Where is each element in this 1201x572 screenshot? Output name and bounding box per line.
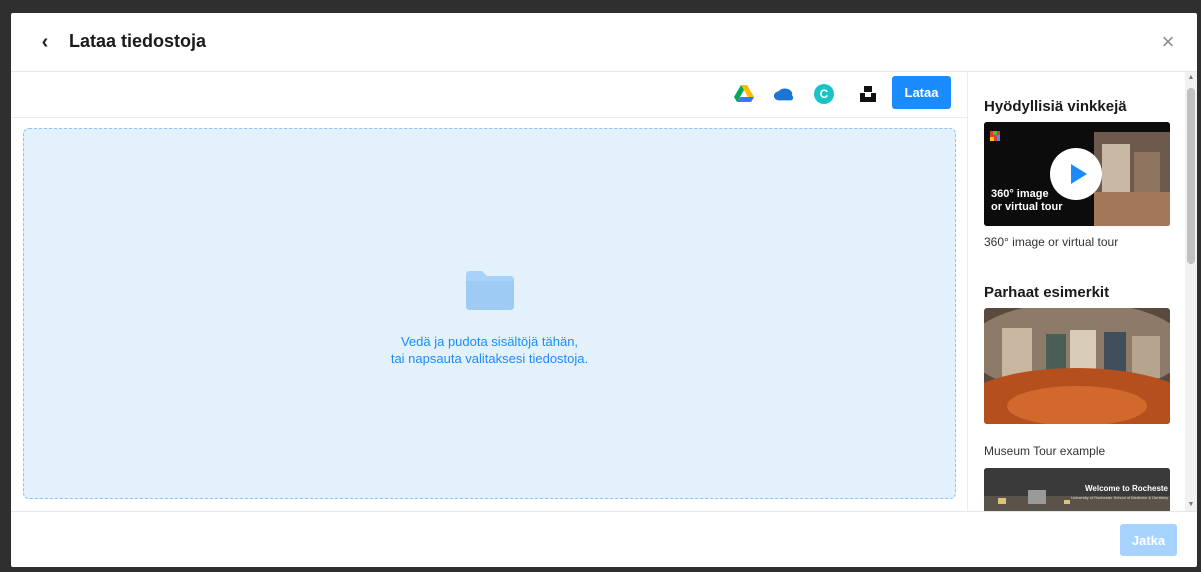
rochester-overlay-title: Welcome to Rocheste: [1085, 484, 1168, 493]
back-button[interactable]: ‹: [33, 30, 57, 54]
rochester-overlay-subtitle: University of Rochester School of Medici…: [1071, 495, 1168, 500]
scroll-down-icon[interactable]: ▼: [1185, 499, 1197, 511]
tip-video-caption: 360° image or virtual tour: [984, 235, 1119, 249]
modal-title: Lataa tiedostoja: [69, 31, 207, 51]
folder-icon: [464, 269, 516, 311]
examples-heading: Parhaat esimerkit: [984, 284, 1110, 301]
tip-video-overlay: 360° image or virtual tour: [991, 188, 1063, 214]
upload-button[interactable]: Lataa: [892, 76, 951, 109]
google-drive-icon[interactable]: [733, 83, 755, 105]
scroll-up-icon[interactable]: ▲: [1185, 72, 1197, 84]
onedrive-icon[interactable]: [773, 83, 795, 105]
close-icon: ×: [1161, 29, 1175, 54]
tip-video-thumbnail[interactable]: 360° image or virtual tour: [984, 122, 1170, 226]
tips-sidebar: Hyödyllisiä vinkkejä 360° image or virtu…: [967, 72, 1197, 511]
dropzone-line-2: tai napsauta valitaksesi tiedostoja.: [390, 351, 589, 366]
upload-modal: ‹ Lataa tiedostoja × C Lataa Vedä ja pud…: [11, 13, 1197, 567]
file-dropzone[interactable]: Vedä ja pudota sisältöjä tähän, tai naps…: [23, 128, 956, 499]
modal-footer: Jatka: [11, 511, 1197, 567]
dropzone-instructions: Vedä ja pudota sisältöjä tähän, tai naps…: [24, 333, 955, 367]
sidebar-scrollbar[interactable]: ▲ ▼: [1185, 72, 1197, 511]
example-rochester-thumbnail[interactable]: Welcome to Rocheste University of Roches…: [984, 468, 1170, 511]
canva-letter: C: [814, 84, 834, 104]
unsplash-icon[interactable]: [857, 83, 879, 105]
example-museum-caption: Museum Tour example: [984, 444, 1106, 458]
tip-overlay-line-2: or virtual tour: [991, 201, 1063, 213]
close-button[interactable]: ×: [1155, 29, 1181, 55]
scroll-thumb[interactable]: [1187, 88, 1195, 264]
upload-main: C Lataa Vedä ja pudota sisältöjä tähän,: [11, 72, 967, 511]
continue-button[interactable]: Jatka: [1120, 524, 1177, 556]
source-toolbar: C Lataa: [11, 72, 967, 118]
example-museum-thumbnail[interactable]: [984, 308, 1170, 424]
canva-icon[interactable]: C: [813, 83, 835, 105]
tips-heading: Hyödyllisiä vinkkejä: [984, 98, 1127, 115]
chevron-left-icon: ‹: [41, 30, 49, 53]
tip-overlay-line-1: 360° image: [991, 188, 1049, 200]
modal-header: ‹ Lataa tiedostoja ×: [11, 13, 1197, 72]
dropzone-line-1: Vedä ja pudota sisältöjä tähän,: [400, 334, 579, 349]
